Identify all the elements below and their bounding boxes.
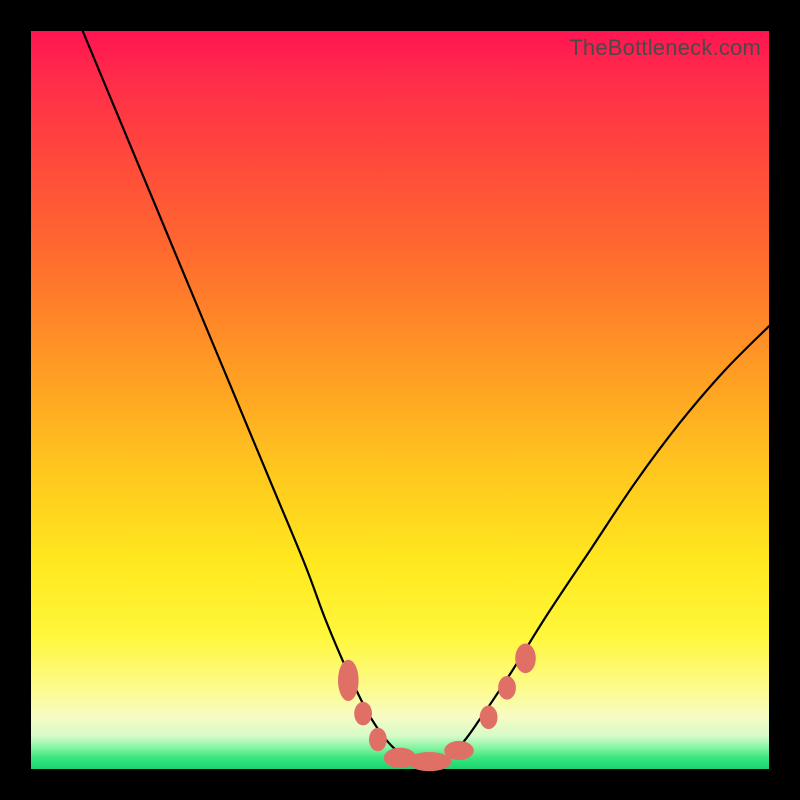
curve-marker (407, 752, 451, 771)
curve-markers (338, 644, 536, 772)
curve-marker (480, 706, 498, 730)
chart-frame: TheBottleneck.com (0, 0, 800, 800)
curve-marker (354, 702, 372, 726)
curve-marker (369, 728, 387, 752)
curve-path (83, 31, 769, 764)
curve-marker (498, 676, 516, 700)
chart-svg (31, 31, 769, 769)
bottleneck-curve (83, 31, 769, 764)
curve-marker (444, 741, 474, 760)
curve-marker (338, 660, 359, 701)
plot-area: TheBottleneck.com (31, 31, 769, 769)
curve-marker (515, 644, 536, 674)
